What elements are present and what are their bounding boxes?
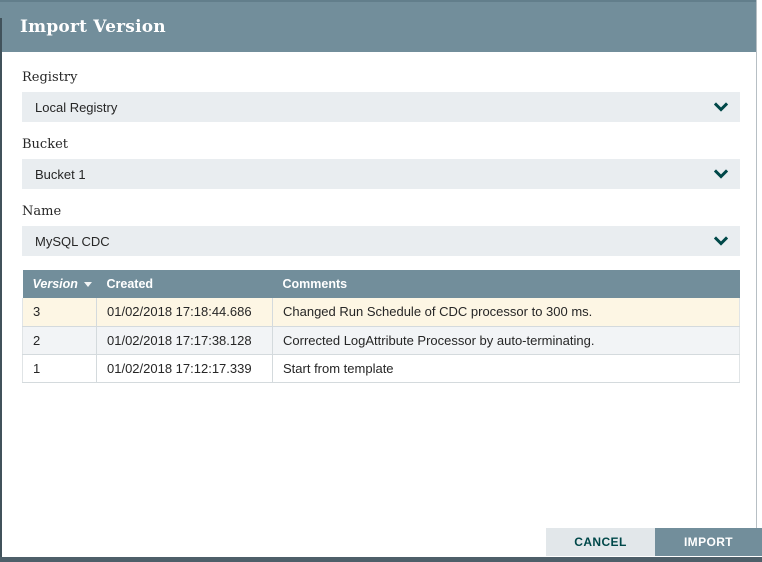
- cell-created: 01/02/2018 17:18:44.686: [97, 298, 273, 326]
- cancel-button[interactable]: CANCEL: [546, 528, 655, 556]
- column-header-comments[interactable]: Comments: [273, 270, 740, 298]
- cell-version: 2: [23, 326, 97, 354]
- cell-version: 1: [23, 354, 97, 382]
- versions-table: Version Created Comments 3 01/02/2018 17…: [22, 270, 740, 383]
- chevron-down-icon: [714, 100, 728, 114]
- cell-comments: Corrected LogAttribute Processor by auto…: [273, 326, 740, 354]
- dialog-header: Import Version: [0, 0, 762, 52]
- bucket-field: Bucket Bucket 1: [22, 137, 740, 189]
- table-header-row: Version Created Comments: [23, 270, 740, 298]
- name-dropdown[interactable]: MySQL CDC: [22, 226, 740, 256]
- registry-dropdown-value: Local Registry: [35, 100, 117, 115]
- import-version-dialog: Import Version Registry Local Registry B…: [0, 0, 762, 562]
- sort-descending-icon: [84, 282, 92, 287]
- cell-created: 01/02/2018 17:17:38.128: [97, 326, 273, 354]
- bucket-dropdown-value: Bucket 1: [35, 167, 86, 182]
- registry-field-label: Registry: [22, 70, 740, 86]
- column-header-version[interactable]: Version: [23, 270, 97, 298]
- canvas-edge-right: [756, 0, 762, 528]
- name-field: Name MySQL CDC: [22, 204, 740, 256]
- bucket-dropdown[interactable]: Bucket 1: [22, 159, 740, 189]
- cell-version: 3: [23, 298, 97, 326]
- cell-comments: Changed Run Schedule of CDC processor to…: [273, 298, 740, 326]
- cell-created: 01/02/2018 17:12:17.339: [97, 354, 273, 382]
- name-field-label: Name: [22, 204, 740, 220]
- column-header-created[interactable]: Created: [97, 270, 273, 298]
- chevron-down-icon: [714, 234, 728, 248]
- table-row-version-2[interactable]: 2 01/02/2018 17:17:38.128 Corrected LogA…: [23, 326, 740, 354]
- canvas-edge-left: [0, 18, 2, 557]
- dialog-actions: CANCEL IMPORT: [546, 528, 762, 556]
- name-dropdown-value: MySQL CDC: [35, 234, 110, 249]
- canvas-edge-bottom: [0, 557, 762, 562]
- bucket-field-label: Bucket: [22, 137, 740, 153]
- registry-field: Registry Local Registry: [22, 70, 740, 122]
- cell-comments: Start from template: [273, 354, 740, 382]
- import-button[interactable]: IMPORT: [655, 528, 762, 556]
- dialog-title: Import Version: [20, 17, 166, 37]
- registry-dropdown[interactable]: Local Registry: [22, 92, 740, 122]
- table-row-version-1[interactable]: 1 01/02/2018 17:12:17.339 Start from tem…: [23, 354, 740, 382]
- chevron-down-icon: [714, 167, 728, 181]
- table-row-version-3[interactable]: 3 01/02/2018 17:18:44.686 Changed Run Sc…: [23, 298, 740, 326]
- dialog-body: Registry Local Registry Bucket Bucket 1 …: [0, 70, 762, 383]
